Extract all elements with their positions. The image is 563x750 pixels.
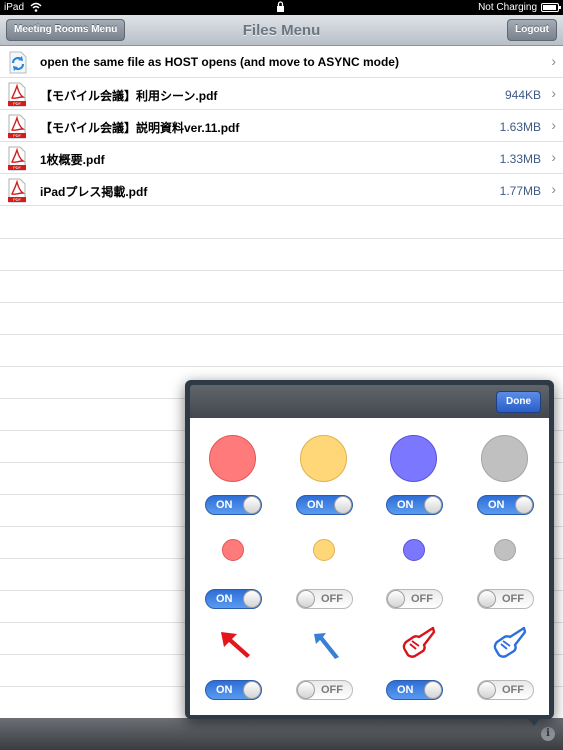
blue-arrow-icon (308, 624, 346, 667)
popover-header: Done (190, 385, 549, 418)
file-label: iPadプレス掲載.pdf (40, 185, 148, 199)
bottom-toolbar: i (0, 718, 563, 750)
charging-status: Not Charging (478, 2, 537, 13)
small-gray-circle (494, 539, 516, 561)
small-yellow-circle (313, 539, 335, 561)
file-row-sync[interactable]: open the same file as HOST opens (and mo… (0, 46, 563, 78)
svg-text:PDF: PDF (13, 133, 22, 138)
svg-text:PDF: PDF (13, 197, 22, 202)
toggle-label: OFF (321, 684, 343, 696)
large-red-toggle[interactable]: ON (205, 495, 262, 515)
large-yellow-toggle[interactable]: ON (296, 495, 353, 515)
pointer-settings-popover: Done ON ON ON ON ON OFF OFF OFF ON OFF O… (185, 380, 554, 726)
toggle-label: OFF (502, 593, 524, 605)
file-row[interactable]: PDF 【モバイル会議】利用シーン.pdf 944KB › (0, 78, 563, 110)
large-blue-circle (390, 435, 437, 482)
done-button[interactable]: Done (496, 391, 541, 413)
chevron-right-icon: › (551, 117, 556, 133)
file-size: 1.77MB (499, 184, 541, 198)
toggle-label: ON (397, 499, 414, 511)
pdf-icon: PDF (5, 114, 29, 139)
large-gray-toggle[interactable]: ON (477, 495, 534, 515)
red-arrow-toggle[interactable]: ON (205, 680, 262, 700)
logout-button[interactable]: Logout (507, 19, 557, 41)
lock-icon (276, 1, 285, 16)
file-size: 944KB (504, 88, 541, 102)
large-blue-toggle[interactable]: ON (386, 495, 443, 515)
small-red-circle (222, 539, 244, 561)
red-hand-toggle[interactable]: ON (386, 680, 443, 700)
file-row[interactable]: PDF 【モバイル会議】説明資料ver.11.pdf 1.63MB › (0, 110, 563, 142)
file-label: 【モバイル会議】利用シーン.pdf (40, 89, 218, 103)
pdf-icon: PDF (5, 82, 29, 107)
blue-hand-toggle[interactable]: OFF (477, 680, 534, 700)
status-bar: iPad Not Charging (0, 0, 563, 15)
chevron-right-icon: › (551, 149, 556, 165)
pdf-icon: PDF (5, 178, 29, 203)
file-label: 【モバイル会議】説明資料ver.11.pdf (40, 121, 240, 135)
sync-icon (5, 50, 29, 75)
file-row[interactable]: PDF iPadプレス掲載.pdf 1.77MB › (0, 174, 563, 206)
small-yellow-toggle[interactable]: OFF (296, 589, 353, 609)
toggle-label: ON (488, 499, 505, 511)
table-separator (0, 238, 563, 239)
svg-text:PDF: PDF (13, 101, 22, 106)
wifi-icon (30, 1, 42, 16)
toggle-label: ON (216, 593, 233, 605)
large-gray-circle (481, 435, 528, 482)
file-size: 1.33MB (499, 152, 541, 166)
page-title: Files Menu (242, 22, 321, 39)
file-label: 1枚概要.pdf (40, 153, 105, 167)
table-separator (0, 366, 563, 367)
toggle-label: OFF (502, 684, 524, 696)
file-row[interactable]: PDF 1枚概要.pdf 1.33MB › (0, 142, 563, 174)
popover-content: ON ON ON ON ON OFF OFF OFF ON OFF ON OFF (190, 418, 549, 715)
toggle-label: ON (397, 684, 414, 696)
carrier-label: iPad (4, 2, 25, 13)
toggle-label: ON (307, 499, 324, 511)
table-separator (0, 302, 563, 303)
info-icon[interactable]: i (541, 727, 555, 741)
table-separator (0, 270, 563, 271)
file-size: 1.63MB (499, 120, 541, 134)
blue-hand-icon (488, 622, 528, 667)
battery-icon (541, 3, 561, 12)
chevron-right-icon: › (551, 85, 556, 101)
chevron-right-icon: › (551, 53, 556, 69)
red-hand-icon (397, 622, 437, 667)
small-blue-circle (403, 539, 425, 561)
red-arrow-icon (217, 624, 255, 667)
small-gray-toggle[interactable]: OFF (477, 589, 534, 609)
table-separator (0, 334, 563, 335)
svg-text:PDF: PDF (13, 165, 22, 170)
toggle-label: ON (216, 499, 233, 511)
file-label: open the same file as HOST opens (and mo… (40, 55, 399, 69)
pdf-icon: PDF (5, 146, 29, 171)
large-red-circle (209, 435, 256, 482)
small-blue-toggle[interactable]: OFF (386, 589, 443, 609)
chevron-right-icon: › (551, 181, 556, 197)
popover-arrow (526, 716, 542, 726)
small-red-toggle[interactable]: ON (205, 589, 262, 609)
toggle-label: OFF (411, 593, 433, 605)
toggle-label: OFF (321, 593, 343, 605)
toggle-label: ON (216, 684, 233, 696)
navigation-bar: Meeting Rooms Menu Files Menu Logout (0, 15, 563, 46)
large-yellow-circle (300, 435, 347, 482)
blue-arrow-toggle[interactable]: OFF (296, 680, 353, 700)
